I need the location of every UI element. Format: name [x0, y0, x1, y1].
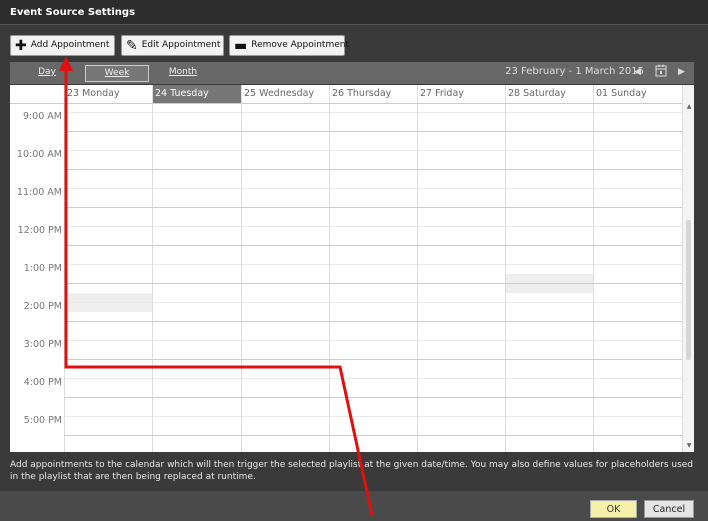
ok-button[interactable]: OK	[590, 500, 637, 518]
edit-appointment-label: Edit Appointment	[141, 40, 221, 50]
info-text: Add appointments to the calendar which w…	[10, 460, 694, 482]
grid-line	[64, 188, 682, 189]
cancel-button[interactable]: Cancel	[644, 500, 694, 518]
grid-line	[64, 321, 682, 322]
time-label: 10:00 AM	[16, 149, 62, 160]
week-calendar: 23 Monday 24 Tuesday 25 Wednesday 26 Thu…	[10, 85, 694, 452]
prev-week-icon[interactable]: ◀	[634, 64, 641, 80]
remove-appointment-button[interactable]: ▬ Remove Appointment	[229, 35, 349, 56]
grid-line	[417, 103, 418, 452]
calendar-icon[interactable]	[655, 64, 667, 81]
next-week-icon[interactable]: ▶	[678, 64, 685, 80]
day-header: 23 Monday	[64, 85, 152, 103]
time-label: 4:00 PM	[23, 377, 62, 388]
time-label: 11:00 AM	[16, 187, 62, 198]
grid-line	[64, 340, 682, 341]
grid-line	[64, 397, 682, 398]
day-header: 27 Friday	[417, 85, 505, 103]
date-range-label: 23 February - 1 March 2015	[505, 66, 644, 77]
minus-icon: ▬	[234, 37, 248, 54]
time-label: 1:00 PM	[23, 263, 62, 274]
day-header-today: 24 Tuesday	[152, 85, 241, 103]
dialog-footer: OK Cancel	[0, 491, 708, 521]
grid-line	[329, 103, 330, 452]
view-month-button[interactable]: Month	[165, 65, 201, 80]
grid-line	[64, 112, 682, 113]
grid-line	[64, 169, 682, 170]
plus-icon: ✚	[15, 37, 27, 54]
time-label: 2:00 PM	[23, 301, 62, 312]
grid-line	[505, 103, 506, 452]
grid-line	[64, 207, 682, 208]
time-label: 3:00 PM	[23, 339, 62, 350]
grid-line	[64, 264, 682, 265]
grid-line	[64, 359, 682, 360]
time-label: 5:00 PM	[23, 415, 62, 426]
vertical-scrollbar[interactable]: ▲ ▼	[682, 85, 694, 452]
grid-line	[152, 103, 153, 452]
day-header: 28 Saturday	[505, 85, 593, 103]
grid-line	[593, 103, 594, 452]
remove-appointment-label: Remove Appointment	[251, 40, 349, 50]
calendar-navigation: Day Week Month 23 February - 1 March 201…	[10, 62, 694, 84]
window-title: Event Source Settings	[0, 0, 708, 25]
day-header: 26 Thursday	[329, 85, 417, 103]
scroll-down-icon[interactable]: ▼	[683, 442, 694, 449]
time-label: 12:00 PM	[17, 225, 62, 236]
time-slot-grid[interactable]	[64, 103, 682, 452]
day-header: 25 Wednesday	[241, 85, 329, 103]
scrollbar-thumb[interactable]	[686, 220, 691, 360]
day-header-row: 23 Monday 24 Tuesday 25 Wednesday 26 Thu…	[10, 85, 682, 104]
pencil-icon: ✎	[126, 37, 138, 54]
time-label: 9:00 AM	[22, 111, 62, 122]
add-appointment-button[interactable]: ✚ Add Appointment	[10, 35, 115, 56]
add-appointment-label: Add Appointment	[30, 40, 110, 50]
view-day-button[interactable]: Day	[32, 65, 62, 80]
grid-line	[64, 283, 682, 284]
grid-line	[64, 435, 682, 436]
grid-line	[64, 416, 682, 417]
grid-line	[64, 131, 682, 132]
grid-line	[64, 245, 682, 246]
grid-line	[64, 226, 682, 227]
grid-line	[241, 103, 242, 452]
grid-line	[64, 302, 682, 303]
grid-line	[64, 103, 65, 452]
day-header: 01 Sunday	[593, 85, 682, 103]
grid-line	[64, 378, 682, 379]
time-column: 9:00 AM 10:00 AM 11:00 AM 12:00 PM 1:00 …	[10, 103, 64, 452]
edit-appointment-button[interactable]: ✎ Edit Appointment	[121, 35, 224, 56]
toolbar: ✚ Add Appointment ✎ Edit Appointment ▬ R…	[0, 30, 708, 58]
scroll-up-icon[interactable]: ▲	[683, 103, 694, 110]
grid-line	[64, 150, 682, 151]
view-week-button[interactable]: Week	[85, 65, 149, 82]
